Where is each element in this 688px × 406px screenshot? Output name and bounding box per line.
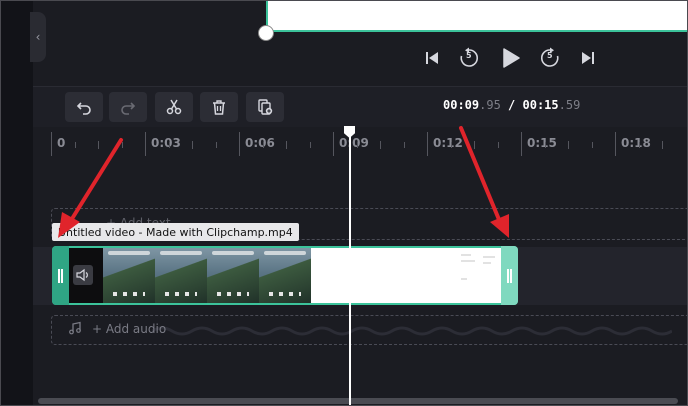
annotation-arrows <box>58 126 509 238</box>
annotation-arrow-left <box>58 138 123 238</box>
annotation-arrow-right <box>459 126 509 238</box>
